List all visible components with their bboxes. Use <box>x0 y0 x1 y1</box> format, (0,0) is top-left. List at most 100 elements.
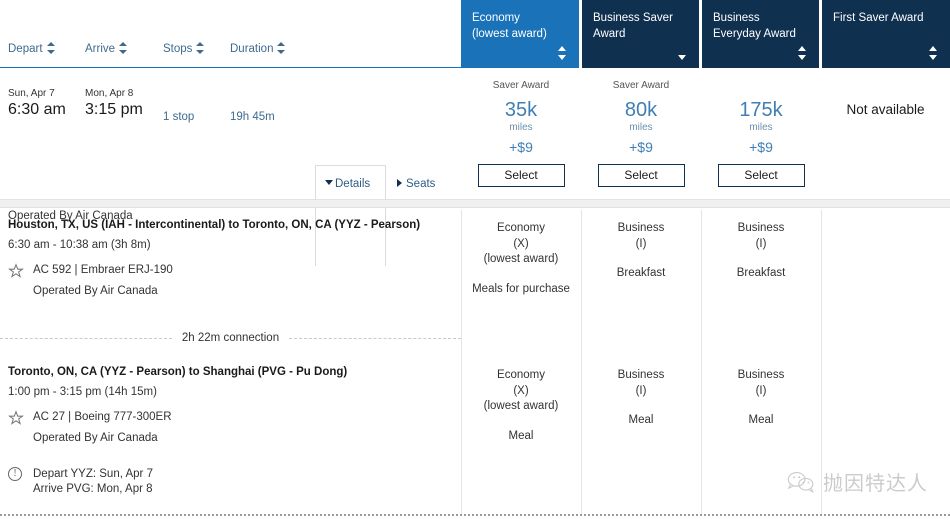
bottom-spacer <box>0 516 950 524</box>
segment-1-cabin-name-business-saver: Business <box>617 222 665 234</box>
segment-1-cabin-business-saver: Business (I) Breakfast <box>581 221 701 282</box>
fare-miles-business-saver: 80k <box>624 99 658 121</box>
segment-1-meal-economy: Meals for purchase <box>472 282 570 295</box>
tab-business-saver-line1: Business Saver <box>593 12 673 24</box>
segment-2-meal-economy: Meal <box>508 429 534 442</box>
sort-arrows-icon[interactable] <box>797 46 806 60</box>
segment-2-cabin-name-business-everyday: Business <box>737 369 785 381</box>
segment-2-date-note: Depart YYZ: Sun, Apr 7 Arrive PVG: Mon, … <box>33 467 153 497</box>
sort-duration-label: Duration <box>230 43 274 56</box>
segment-2-cabin-business-saver: Business (I) Meal <box>581 368 701 429</box>
cabin-tab-strip: Economy (lowest award) Business Saver Aw… <box>461 0 950 68</box>
segment-2-cabin-name-business-saver: Business <box>617 369 665 381</box>
tab-economy-line1: Economy <box>472 12 520 24</box>
fare-miles-economy: 35k <box>504 99 538 121</box>
tab-economy-line2: (lowest award) <box>472 27 547 40</box>
connection-line-left <box>0 337 172 339</box>
star-alliance-icon <box>8 410 24 425</box>
depart-date: Sun, Apr 7 <box>8 88 55 99</box>
segment-2-cabin-code-business-everyday: (I) <box>755 384 767 397</box>
segment-1-cabin-name-economy: Economy <box>497 222 545 234</box>
segment-2-flight: AC 27 | Boeing 777-300ER <box>33 411 172 423</box>
segment-1-times: 6:30 am - 10:38 am (3h 8m) <box>8 239 151 251</box>
watermark-text: 抛因特达人 <box>823 471 928 495</box>
sort-duration[interactable]: Duration <box>230 42 286 56</box>
tab-first-saver-award[interactable]: First Saver Award <box>822 0 950 68</box>
tab-business-saver-award[interactable]: Business Saver Award <box>582 0 702 68</box>
fare-miles-unit-economy: miles <box>509 122 533 133</box>
fare-miles-unit-business-saver: miles <box>629 122 653 133</box>
fare-cell-business-saver: Saver Award 80k miles +$9 Select <box>581 68 701 199</box>
segment-2-meal-business-saver: Meal <box>628 414 654 426</box>
sort-header-row: Depart Arrive Stops Duration <box>0 38 461 68</box>
seats-toggle-link[interactable]: Seats <box>397 178 435 190</box>
fare-miles-unit-business-everyday: miles <box>749 122 773 133</box>
segment-2-cabin-code-economy: (X) <box>513 384 529 397</box>
tab-economy-lowest-award[interactable]: Economy (lowest award) <box>461 0 582 68</box>
depart-time: 6:30 am <box>8 101 66 118</box>
sort-depart[interactable]: Depart <box>8 42 55 56</box>
fare-award-type-economy: Saver Award <box>492 80 550 91</box>
connection-divider: 2h 22m connection <box>0 330 461 346</box>
tab-business-saver-line2: Award <box>593 27 626 40</box>
star-alliance-icon <box>8 263 24 278</box>
sort-arrows-icon[interactable] <box>46 42 55 54</box>
segment-2-cabin-code-business-saver: (I) <box>635 384 647 397</box>
connection-line-right <box>289 337 461 339</box>
connection-label: 2h 22m connection <box>181 332 280 344</box>
segment-1-meal-business-everyday: Breakfast <box>736 267 786 279</box>
chevron-down-icon <box>325 180 333 186</box>
segment-1-cabin-business-everyday: Business (I) Breakfast <box>701 221 821 282</box>
segment-2-times: 1:00 pm - 3:15 pm (14h 15m) <box>8 386 157 398</box>
segment-2-arrive-note: Arrive PVG: Mon, Apr 8 <box>33 483 153 495</box>
arrive-date: Mon, Apr 8 <box>85 88 134 99</box>
segment-2-depart-note: Depart YYZ: Sun, Apr 7 <box>33 468 153 480</box>
sort-arrows-icon[interactable] <box>196 42 205 54</box>
fare-award-type-business-everyday <box>701 80 821 91</box>
section-divider <box>0 199 950 208</box>
fare-miles-business-everyday: 175k <box>739 99 783 121</box>
arrive-time: 3:15 pm <box>85 101 143 118</box>
segment-2-route: Toronto, ON, CA (YYZ - Pearson) to Shang… <box>8 366 348 378</box>
segment-2-cabin-name-economy: Economy <box>497 369 545 381</box>
fare-cell-business-everyday: 175k miles +$9 Select <box>701 68 821 199</box>
segment-1-meal-business-saver: Breakfast <box>616 267 666 279</box>
select-button-business-everyday[interactable]: Select <box>717 164 805 187</box>
details-toggle-link[interactable]: Details <box>325 178 370 190</box>
tab-business-everyday-line2: Everyday Award <box>713 27 796 40</box>
segment-1-route: Houston, TX, US (IAH - Intercontinental)… <box>8 219 421 231</box>
sort-stops-label: Stops <box>163 43 193 56</box>
fare-cell-economy: Saver Award 35k miles +$9 Select <box>461 68 581 199</box>
sort-arrows-icon[interactable] <box>928 46 937 60</box>
details-label: Details <box>335 178 371 190</box>
stops-value: 1 stop <box>163 111 195 123</box>
fare-cash-economy: +$9 <box>509 139 533 155</box>
segment-2-cabin-business-everyday: Business (I) Meal <box>701 368 821 429</box>
sort-arrow-down-icon[interactable] <box>677 46 686 60</box>
select-button-economy[interactable]: Select <box>477 164 565 187</box>
select-button-business-saver[interactable]: Select <box>597 164 685 187</box>
tab-business-everyday-award[interactable]: Business Everyday Award <box>702 0 822 68</box>
sort-arrows-icon[interactable] <box>277 42 286 54</box>
tab-business-everyday-line1: Business <box>713 12 760 24</box>
award-flight-results-panel: Economy (lowest award) Business Saver Aw… <box>0 0 950 524</box>
segment-1-cabin-extra-economy: (lowest award) <box>483 253 559 265</box>
sort-stops[interactable]: Stops <box>163 42 205 56</box>
sort-arrows-icon[interactable] <box>119 42 128 54</box>
sort-arrive-label: Arrive <box>85 43 116 56</box>
fare-award-type-business-saver: Saver Award <box>612 80 670 91</box>
chevron-right-icon <box>397 178 402 187</box>
sort-arrows-icon[interactable] <box>557 46 566 60</box>
seats-label: Seats <box>406 178 436 190</box>
segment-2-cabin-economy: Economy (X) (lowest award) Meal <box>461 368 581 444</box>
tab-first-saver-line1: First Saver Award <box>833 12 924 24</box>
sort-depart-label: Depart <box>8 43 43 56</box>
duration-value: 19h 45m <box>230 111 275 123</box>
segment-2-meal-business-everyday: Meal <box>748 414 774 426</box>
segment-1-operated-by: Operated By Air Canada <box>33 285 158 297</box>
sort-arrive[interactable]: Arrive <box>85 42 128 56</box>
segment-1-cabin-code-business-saver: (I) <box>635 237 647 250</box>
watermark: 抛因特达人 <box>787 467 928 496</box>
segment-1-flight: AC 592 | Embraer ERJ-190 <box>33 264 173 276</box>
segment-2-operated-by: Operated By Air Canada <box>33 432 158 444</box>
